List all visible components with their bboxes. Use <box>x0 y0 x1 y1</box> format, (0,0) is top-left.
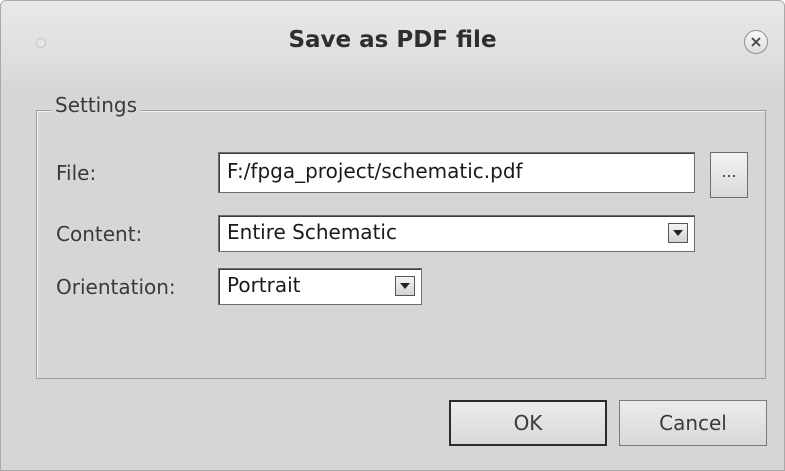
orientation-dropdown-arrow[interactable] <box>395 276 415 296</box>
ok-button[interactable]: OK <box>449 400 607 446</box>
chevron-down-icon <box>400 283 410 289</box>
cancel-button[interactable]: Cancel <box>619 400 767 446</box>
close-icon <box>751 37 761 47</box>
dialog-title: Save as PDF file <box>288 27 497 53</box>
orientation-select[interactable]: Portrait <box>218 268 422 305</box>
content-select[interactable]: Entire Schematic <box>218 215 695 252</box>
content-label: Content: <box>56 222 143 246</box>
content-select-value: Entire Schematic <box>227 220 397 244</box>
chevron-down-icon <box>673 230 683 236</box>
file-path-input[interactable]: F:/fpga_project/schematic.pdf <box>218 152 695 193</box>
orientation-select-value: Portrait <box>227 273 301 297</box>
settings-group-label: Settings <box>51 93 142 117</box>
file-label: File: <box>56 161 97 185</box>
save-as-pdf-dialog: Save as PDF file Settings File: F:/fpga_… <box>0 0 785 471</box>
title-bar[interactable]: Save as PDF file <box>1 1 784 81</box>
orientation-label: Orientation: <box>56 275 176 299</box>
content-dropdown-arrow[interactable] <box>668 223 688 243</box>
browse-button[interactable]: ... <box>710 152 748 198</box>
close-button[interactable] <box>744 30 768 54</box>
